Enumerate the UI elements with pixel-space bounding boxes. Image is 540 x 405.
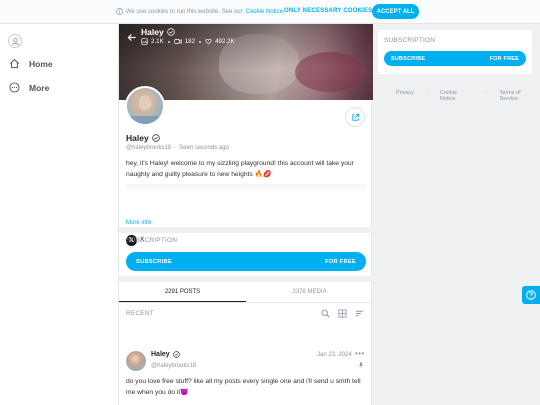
post-date: Jan 23, 2024: [317, 352, 352, 358]
left-nav: Home More: [0, 24, 118, 405]
feed-tools: [321, 309, 364, 318]
price-label: FOR FREE: [325, 258, 356, 265]
subscribe-label: SUBSCRIBE: [391, 55, 426, 62]
tab-media[interactable]: 2378 MEDIA: [246, 282, 373, 302]
profile-bio: hey, it's Haley! welcome to my sizzling …: [126, 160, 354, 178]
image-icon: [141, 38, 148, 45]
photos-stat: 2.1K: [141, 38, 164, 45]
heart-icon: [205, 38, 212, 45]
price-label: FOR FREE: [489, 55, 519, 62]
share-button[interactable]: [345, 107, 365, 127]
photos-count: 2.1K: [151, 38, 164, 45]
feed-label: RECENT: [126, 310, 154, 317]
videos-stat: 182: [174, 38, 195, 45]
more-info-link[interactable]: More info: [126, 220, 151, 226]
likes-stat: 492.2K: [205, 38, 235, 45]
terms-link[interactable]: Terms of Service: [500, 90, 540, 102]
videos-count: 182: [184, 38, 196, 45]
help-button[interactable]: [522, 286, 540, 304]
sidebar-subscription-label: SUBSCRIPTION: [384, 37, 436, 44]
nav-item-label: More: [29, 82, 50, 93]
post-options-icon[interactable]: •••: [355, 349, 365, 358]
cover-name-text: Haley: [141, 27, 164, 37]
cookie-message: We use cookies to run this website. See …: [116, 8, 285, 15]
profile-meta: @haleybrooks18 · Seen seconds ago: [126, 145, 229, 151]
cookie-notice-link[interactable]: Cookie Notice.: [246, 9, 285, 15]
footer-links: Privacy · Cookie Notice · Terms of Servi…: [396, 90, 540, 102]
user-avatar-icon[interactable]: [8, 34, 22, 48]
profile-handle: @haleybrooks18: [126, 145, 172, 151]
subscription-label: SUBSCRIPTION: [126, 237, 178, 244]
post-author-avatar[interactable]: [126, 351, 146, 371]
post-author-handle: @haleybrooks18: [151, 363, 197, 369]
back-arrow-icon[interactable]: [127, 33, 136, 42]
verified-icon: [172, 351, 180, 358]
last-seen-status: Seen seconds ago: [179, 145, 229, 151]
profile-name-text: Haley: [126, 133, 149, 143]
search-icon[interactable]: [321, 309, 330, 318]
nav-item-home[interactable]: Home: [9, 58, 53, 69]
post-text: do you love free stuff? like all my post…: [126, 378, 361, 396]
only-necessary-cookies-button[interactable]: ONLY NECESSARY COOKIES: [284, 8, 372, 14]
more-circle-icon: [9, 82, 20, 93]
home-icon: [9, 58, 20, 69]
profile-stats: 2.1K 182 492.2K: [141, 38, 235, 45]
post-author-name-text: Haley: [151, 351, 170, 358]
privacy-link[interactable]: Privacy: [396, 90, 414, 102]
grid-view-icon[interactable]: [338, 309, 347, 318]
pin-icon: [358, 362, 364, 369]
help-icon: [526, 290, 536, 300]
content-tabs: 2291 POSTS 2378 MEDIA: [119, 282, 373, 303]
sort-icon[interactable]: [355, 309, 364, 318]
tab-posts[interactable]: 2291 POSTS: [119, 282, 246, 302]
cookie-message-text: We use cookies to run this website. See …: [126, 8, 243, 15]
likes-count: 492.2K: [215, 38, 235, 45]
profile-avatar[interactable]: [125, 86, 165, 126]
verified-icon: [151, 134, 160, 142]
info-icon: [116, 8, 123, 15]
subscribe-label: SUBSCRIBE: [136, 258, 172, 265]
verified-icon: [166, 28, 175, 36]
profile-column: Haley 2.1K 182 492.2K Haley @haleybrooks…: [118, 24, 373, 405]
nav-item-more[interactable]: More: [9, 82, 49, 93]
accept-all-button[interactable]: ACCEPT ALL: [372, 4, 419, 19]
cookie-banner: We use cookies to run this website. See …: [0, 0, 540, 24]
cookie-notice-footer-link[interactable]: Cookie Notice: [440, 90, 474, 102]
nav-item-label: Home: [29, 58, 53, 69]
video-icon: [174, 38, 182, 45]
post-author-name[interactable]: Haley: [151, 351, 180, 358]
cover-profile-name: Haley: [141, 27, 175, 37]
sidebar-subscription-card: SUBSCRIPTION SUBSCRIBE FOR FREE: [378, 30, 532, 74]
profile-name: Haley: [126, 133, 160, 143]
sidebar-subscribe-button[interactable]: SUBSCRIBE FOR FREE: [384, 51, 526, 66]
share-icon: [351, 113, 360, 122]
subscribe-button[interactable]: SUBSCRIBE FOR FREE: [126, 252, 366, 271]
